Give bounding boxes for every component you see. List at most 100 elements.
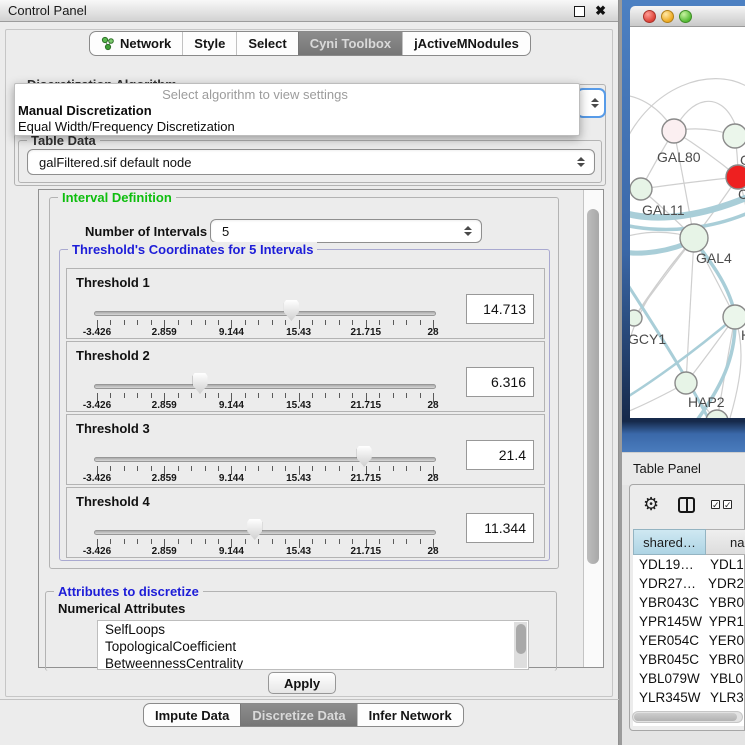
threshold-box: Threshold 1 -3.4262.8599.14415.4321.7152… — [66, 268, 545, 339]
tab-label: Style — [194, 36, 225, 51]
cell-name[interactable]: YDL1 — [706, 555, 744, 574]
algorithm-combobox[interactable] — [576, 88, 606, 118]
threshold-value-field[interactable]: 21.4 — [466, 440, 534, 470]
threshold-slider-track[interactable] — [94, 384, 436, 389]
cell-name[interactable]: YLR3 — [706, 688, 744, 707]
tick-mark — [352, 393, 353, 398]
cell-name[interactable]: YBR0 — [705, 650, 744, 669]
network-node-gal4[interactable] — [680, 224, 708, 252]
threshold-value-field[interactable]: 14.713 — [466, 294, 534, 324]
table-row[interactable]: YBL079WYBL0 — [633, 669, 744, 688]
threshold-slider-thumb[interactable] — [357, 446, 372, 467]
tab-impute-data[interactable]: Impute Data — [144, 704, 240, 726]
cell-shared-name[interactable]: YBR045C — [633, 650, 705, 669]
checkbox-icon[interactable]: ✓ — [723, 500, 732, 509]
network-node-label: GAL80 — [657, 149, 701, 165]
tick-mark — [178, 393, 179, 398]
tick-mark — [325, 466, 326, 471]
dropdown-option-manual-discretization[interactable]: Manual Discretization — [15, 103, 579, 119]
tick-label: -3.426 — [83, 473, 111, 484]
table-header-row: shared… na — [633, 529, 745, 555]
network-node-gal80[interactable] — [662, 119, 686, 143]
network-node-label: GAL11 — [642, 202, 685, 218]
cell-shared-name[interactable]: YPR145W — [633, 612, 705, 631]
network-node-gal11[interactable] — [630, 178, 652, 200]
tab-discretize-data[interactable]: Discretize Data — [240, 704, 356, 726]
cell-shared-name[interactable]: YLR345W — [633, 688, 706, 707]
threshold-slider-thumb[interactable] — [247, 519, 262, 540]
cell-name[interactable]: YBR0 — [705, 593, 744, 612]
column-header-shared-name[interactable]: shared… — [633, 529, 706, 555]
checkbox-icon[interactable]: ✓ — [711, 500, 720, 509]
table-row[interactable]: YDL19…YDL1 — [633, 555, 744, 574]
network-node-hap2[interactable] — [675, 372, 697, 394]
cell-name[interactable]: YPR1 — [705, 612, 744, 631]
dropdown-option-equal-width-frequency[interactable]: Equal Width/Frequency Discretization — [15, 119, 579, 135]
table-data-combobox[interactable]: galFiltered.sif default node — [27, 149, 595, 175]
threshold-value-field[interactable]: 6.316 — [466, 367, 534, 397]
network-edge[interactable] — [641, 177, 738, 189]
network-window-titlebar[interactable] — [630, 6, 745, 27]
cell-shared-name[interactable]: YBR043C — [633, 593, 705, 612]
cell-shared-name[interactable]: YBL079W — [633, 669, 706, 688]
close-icon[interactable]: ✖ — [595, 3, 606, 19]
network-node[interactable] — [706, 410, 728, 418]
network-canvas[interactable]: GAL80GCGAL11GAL4GCY1HHAP2 — [630, 27, 745, 418]
threshold-slider-track[interactable] — [94, 530, 436, 535]
threshold-value-field[interactable]: 11.344 — [466, 513, 534, 543]
tick-mark — [285, 393, 286, 398]
apply-button[interactable]: Apply — [268, 672, 336, 694]
table-row[interactable]: YBR045CYBR0 — [633, 650, 744, 669]
threshold-box: Threshold 4 -3.4262.8599.14415.4321.7152… — [66, 487, 545, 558]
tab-jactivemnodules[interactable]: jActiveMNodules — [402, 32, 530, 55]
gear-icon[interactable]: ⚙ — [643, 493, 659, 515]
close-traffic-light-icon[interactable] — [643, 10, 656, 23]
panel-title: Control Panel — [0, 3, 87, 18]
threshold-slider-thumb[interactable] — [284, 300, 299, 321]
vertical-scrollbar-thumb[interactable] — [587, 209, 599, 564]
numerical-attributes-list[interactable]: SelfLoopsTopologicalCoefficientBetweenne… — [97, 620, 529, 670]
table-row[interactable]: YBR043CYBR0 — [633, 593, 744, 612]
cell-shared-name[interactable]: YDR27… — [633, 574, 704, 593]
combobox-stepper-icon — [464, 226, 472, 236]
table-row[interactable]: YPR145WYPR1 — [633, 612, 744, 631]
network-node-g[interactable] — [723, 124, 745, 148]
cell-name[interactable]: YBL0 — [706, 669, 743, 688]
cell-name[interactable]: YDR2 — [704, 574, 744, 593]
cell-shared-name[interactable]: YDL19… — [633, 555, 706, 574]
tick-mark — [285, 320, 286, 325]
horizontal-scrollbar[interactable] — [632, 711, 743, 723]
tick-mark — [218, 393, 219, 398]
threshold-label: Threshold 3 — [76, 421, 150, 436]
threshold-slider-track[interactable] — [94, 457, 436, 462]
list-scrollbar[interactable] — [514, 622, 527, 668]
cell-shared-name[interactable]: YER054C — [633, 631, 705, 650]
list-scrollbar-thumb[interactable] — [516, 624, 526, 654]
horizontal-scrollbar-thumb[interactable] — [634, 713, 737, 721]
tab-infer-network[interactable]: Infer Network — [357, 704, 463, 726]
table-row[interactable]: YER054CYER0 — [633, 631, 744, 650]
tab-select[interactable]: Select — [236, 32, 297, 55]
minimize-traffic-light-icon[interactable] — [661, 10, 674, 23]
attribute-item[interactable]: BetweennessCentrality — [98, 655, 528, 670]
table-row[interactable]: YLR345WYLR3 — [633, 688, 744, 707]
tab-network[interactable]: Network — [90, 32, 182, 55]
column-header-name[interactable]: na — [706, 529, 745, 555]
table-row[interactable]: YDR27…YDR2 — [633, 574, 744, 593]
attribute-item[interactable]: TopologicalCoefficient — [98, 638, 528, 655]
tab-style[interactable]: Style — [182, 32, 236, 55]
tick-label: 28 — [427, 400, 438, 411]
tab-cyni-toolbox[interactable]: Cyni Toolbox — [298, 32, 402, 55]
number-of-intervals-combobox[interactable]: 5 — [210, 219, 482, 243]
network-node-gcy1[interactable] — [630, 310, 642, 326]
float-window-icon[interactable] — [574, 6, 585, 17]
cell-name[interactable]: YER0 — [705, 631, 744, 650]
threshold-slider-track[interactable] — [94, 311, 436, 316]
split-columns-icon[interactable] — [678, 497, 695, 513]
vertical-scrollbar[interactable] — [583, 190, 603, 667]
network-node-h[interactable] — [723, 305, 745, 329]
network-edge[interactable] — [686, 238, 694, 383]
zoom-traffic-light-icon[interactable] — [679, 10, 692, 23]
threshold-slider-thumb[interactable] — [193, 373, 208, 394]
attribute-item[interactable]: SelfLoops — [98, 621, 528, 638]
